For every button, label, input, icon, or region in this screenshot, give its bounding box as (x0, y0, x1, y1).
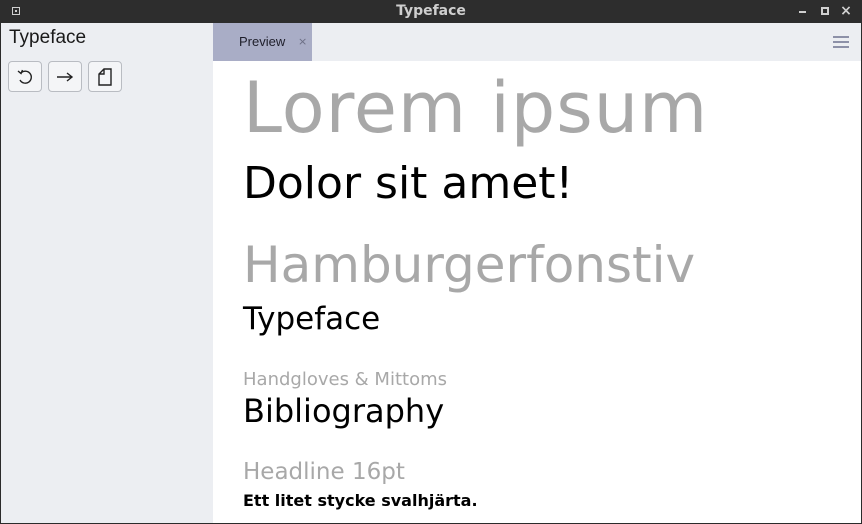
preview-line: Headline 16pt (243, 459, 405, 485)
preview-line: Bibliography (243, 392, 445, 430)
sidebar: Typeface (1, 23, 213, 523)
tab-label: Preview (239, 34, 286, 49)
reload-button[interactable] (8, 61, 42, 92)
minimize-icon[interactable] (793, 0, 813, 23)
reload-icon (17, 69, 32, 84)
tab-preview[interactable]: Preview × (213, 23, 312, 61)
tab-close-icon[interactable]: × (298, 23, 307, 61)
preview-line: Ett litet stycke svalhjärta. (243, 491, 478, 510)
preview-line: Typeface (243, 301, 381, 337)
maximize-icon[interactable] (815, 0, 835, 23)
preview-line: Hamburgerfonstiv (243, 236, 696, 294)
preview-pane: Lorem ipsum Dolor sit amet! Hamburgerfon… (213, 61, 861, 523)
forward-button[interactable] (48, 61, 82, 92)
preview-line: Dolor sit amet! (243, 158, 574, 209)
new-document-button[interactable] (88, 61, 122, 92)
window-title: Typeface (396, 3, 466, 19)
title-bar: Typeface × (0, 0, 862, 23)
close-icon[interactable]: × (836, 0, 856, 23)
document-icon (98, 67, 112, 86)
preview-line: Lorem ipsum (243, 67, 709, 149)
hamburger-menu-icon[interactable] (833, 34, 851, 50)
app-name: Typeface (9, 27, 87, 48)
preview-line: Handgloves & Mittoms (243, 369, 447, 390)
arrow-right-icon (57, 71, 74, 82)
tab-bar: Preview × (213, 23, 861, 61)
